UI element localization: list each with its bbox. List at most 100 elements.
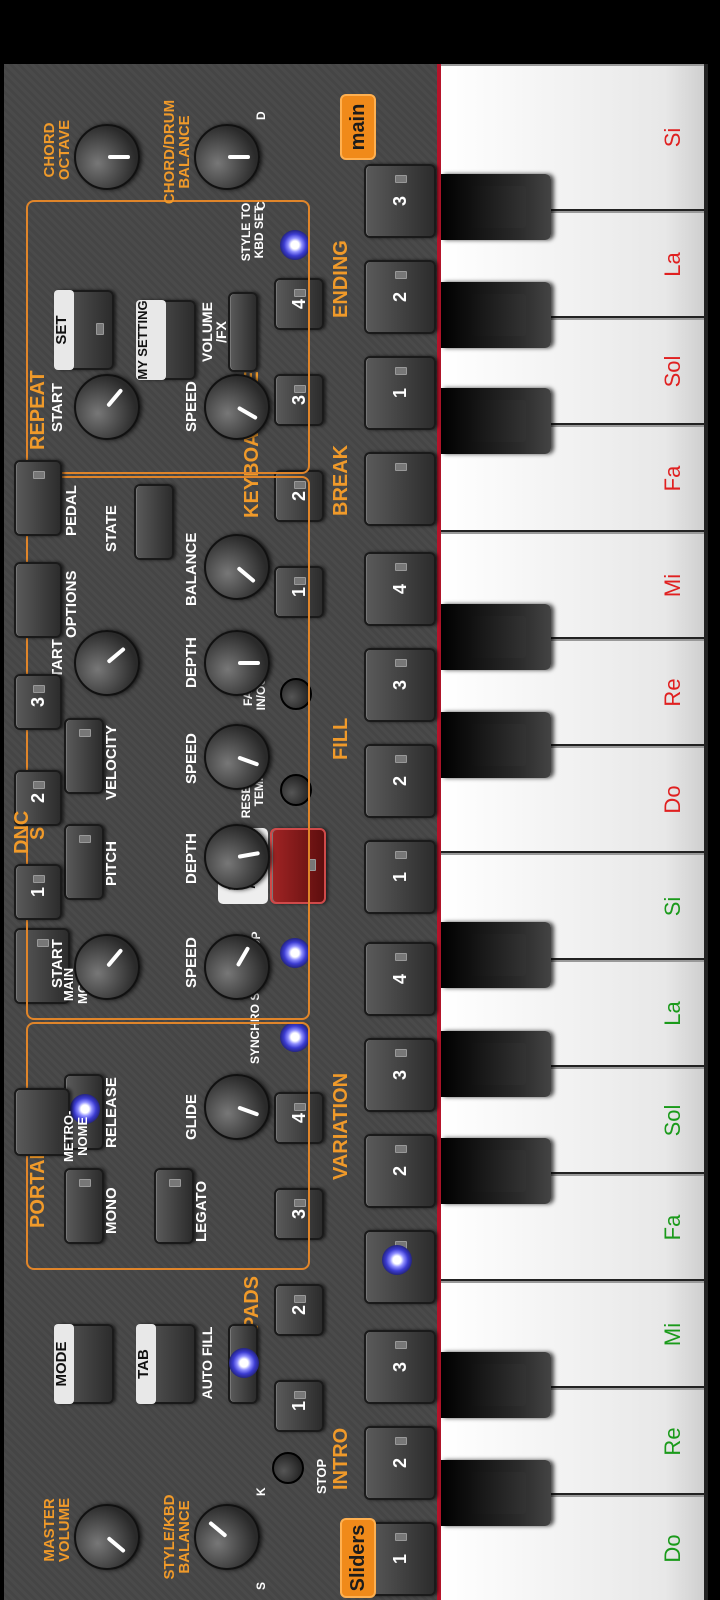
variation-2-button[interactable]: 2 <box>364 1134 436 1208</box>
black-key[interactable] <box>441 1352 551 1418</box>
s-end-label: S <box>254 1581 268 1590</box>
options-button[interactable] <box>14 562 62 638</box>
black-key[interactable] <box>441 174 551 240</box>
intro-title: INTRO <box>330 1427 352 1490</box>
k-end-label: K <box>254 1487 268 1496</box>
led-indicator <box>33 685 45 693</box>
variation-3-button[interactable]: 3 <box>364 1038 436 1112</box>
balance-label: BALANCE <box>183 532 200 606</box>
knob-indicator <box>237 755 260 767</box>
fill-4-label: 4 <box>389 584 410 595</box>
black-key[interactable] <box>441 1138 551 1204</box>
led-indicator <box>395 1049 407 1057</box>
shake-start2-knob[interactable] <box>74 630 140 696</box>
style-kbd-balance-knob[interactable] <box>194 1504 260 1570</box>
led-indicator <box>395 755 407 763</box>
shake-depth2-knob[interactable] <box>204 630 270 696</box>
led-indicator <box>33 781 45 789</box>
shake-speed2-knob[interactable] <box>204 724 270 790</box>
main-button[interactable]: main <box>340 94 376 160</box>
fill-2-button[interactable]: 2 <box>364 744 436 818</box>
stop-round-button[interactable] <box>272 1452 304 1484</box>
knob-indicator <box>235 946 251 968</box>
dnc-1-label: 1 <box>27 887 48 898</box>
ending-2-button[interactable]: 2 <box>364 260 436 334</box>
pads-1-button[interactable]: 1 <box>274 1380 324 1432</box>
control-panel: 1 2 3 INTRO 1 2 3 4 VARIATION 1 2 3 4 FI… <box>4 64 441 1600</box>
ending-1-button[interactable]: 1 <box>364 356 436 430</box>
key-label: Mi <box>660 1322 685 1347</box>
legato-label: LEGATO <box>193 1180 210 1242</box>
pads-2-button[interactable]: 2 <box>274 1284 324 1336</box>
led-indicator <box>395 953 407 961</box>
break-button[interactable] <box>364 452 436 526</box>
led-indicator <box>79 729 91 737</box>
black-key[interactable] <box>441 1460 551 1526</box>
pads-1-label: 1 <box>288 1401 309 1412</box>
shake-depth-knob[interactable] <box>204 824 270 890</box>
led-indicator <box>395 463 407 471</box>
chord-drum-balance-label: CHORD/DRUM BALANCE <box>161 99 193 205</box>
led-indicator <box>395 1437 407 1445</box>
variation-title: VARIATION <box>330 1072 352 1180</box>
shake-start-knob[interactable] <box>74 934 140 1000</box>
repeat-speed-knob[interactable] <box>204 374 270 440</box>
mono-button[interactable] <box>64 1168 104 1244</box>
volume-fx-button[interactable] <box>228 292 258 372</box>
black-key[interactable] <box>441 1031 551 1097</box>
pitch-label: PITCH <box>103 841 120 886</box>
black-key[interactable] <box>441 712 551 778</box>
dnc-3-button[interactable]: 3 <box>14 674 62 730</box>
state-button[interactable] <box>134 484 174 560</box>
app-screen: 1 2 3 INTRO 1 2 3 4 VARIATION 1 2 3 4 FI… <box>0 0 720 1600</box>
knob-indicator <box>106 1536 126 1554</box>
mode-label: MODE <box>53 1324 74 1404</box>
intro-1-label: 1 <box>389 1554 410 1565</box>
dnc-3-label: 3 <box>27 697 48 708</box>
black-key[interactable] <box>441 604 551 670</box>
knob-indicator <box>236 566 256 584</box>
velocity-button[interactable] <box>64 718 104 794</box>
my-setting-label: MY SETTING <box>135 300 166 380</box>
intro-3-button[interactable]: 3 <box>364 1330 436 1404</box>
shake-speed-knob[interactable] <box>204 934 270 1000</box>
status-bar <box>0 0 720 64</box>
d-end-label: D <box>254 111 268 120</box>
black-key[interactable] <box>441 922 551 988</box>
fill-title: FILL <box>330 717 352 760</box>
legato-button[interactable] <box>154 1168 194 1244</box>
master-volume-label: MASTER VOLUME <box>41 1497 73 1563</box>
variation-4-button[interactable]: 4 <box>364 942 436 1016</box>
variation-2-label: 2 <box>389 1166 410 1177</box>
glide-knob[interactable] <box>204 1074 270 1140</box>
dnc-1-button[interactable]: 1 <box>14 864 62 920</box>
ending-1-label: 1 <box>389 388 410 399</box>
repeat-title: REPEAT <box>27 370 49 450</box>
pedal-button[interactable] <box>14 460 62 536</box>
chord-octave-knob[interactable] <box>74 124 140 190</box>
variation-3-label: 3 <box>389 1070 410 1081</box>
key-label: Sol <box>660 1104 685 1137</box>
black-key[interactable] <box>441 388 551 454</box>
led-indicator <box>395 1533 407 1541</box>
key-label: Sol <box>660 355 685 388</box>
master-volume-knob[interactable] <box>74 1504 140 1570</box>
metronome-label: METRO- NOME <box>61 1110 90 1162</box>
ending-3-button[interactable]: 3 <box>364 164 436 238</box>
repeat-start-knob[interactable] <box>74 374 140 440</box>
balance-knob[interactable] <box>204 534 270 600</box>
led-indicator <box>395 175 407 183</box>
black-key[interactable] <box>441 282 551 348</box>
fill-1-button[interactable]: 1 <box>364 840 436 914</box>
key-label: Fa <box>660 1214 685 1241</box>
knob-indicator <box>237 851 260 859</box>
pitch-button[interactable] <box>64 824 104 900</box>
sliders-button[interactable]: Sliders <box>340 1518 376 1598</box>
intro-2-button[interactable]: 2 <box>364 1426 436 1500</box>
chord-drum-balance-knob[interactable] <box>194 124 260 190</box>
break-title: BREAK <box>330 444 352 516</box>
fill-4-button[interactable]: 4 <box>364 552 436 626</box>
knob-indicator <box>106 646 126 664</box>
fill-3-button[interactable]: 3 <box>364 648 436 722</box>
c-end-label: C <box>254 201 268 210</box>
